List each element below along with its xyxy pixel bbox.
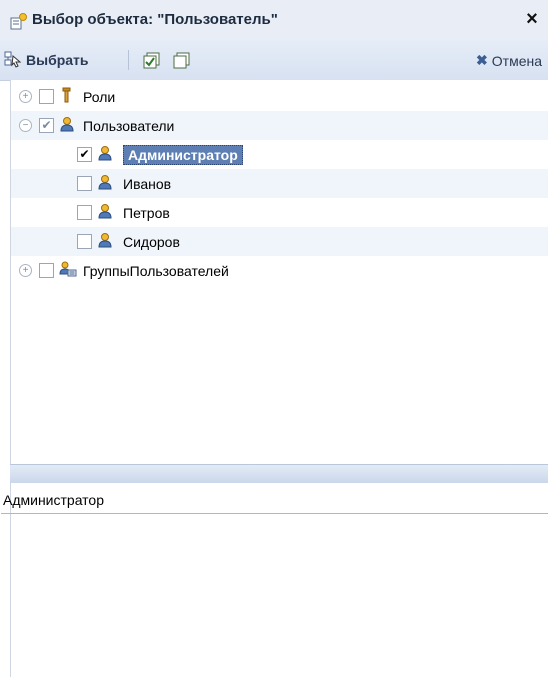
check-all-icon[interactable]	[142, 51, 162, 71]
panel-splitter[interactable]	[10, 464, 548, 484]
collapse-icon[interactable]: −	[19, 119, 32, 132]
tree-item-checkbox[interactable]	[77, 234, 92, 249]
tree-item-label: Администратор	[123, 145, 243, 165]
toolbar-divider	[128, 50, 129, 70]
select-button[interactable]: Выбрать	[4, 48, 89, 72]
user-icon	[97, 145, 113, 161]
detail-divider	[1, 513, 548, 514]
tree-item-sidorov[interactable]: Сидоров	[11, 227, 548, 256]
detail-panel: Администратор	[1, 483, 548, 677]
window-title: Выбор объекта: "Пользователь"	[32, 11, 278, 28]
key-icon	[59, 87, 75, 103]
tree-item-checkbox[interactable]	[39, 263, 54, 278]
tree-item-administrator[interactable]: ✔ Администратор	[11, 140, 548, 169]
tree-item-label: Иванов	[123, 176, 172, 192]
object-tree: + Роли − ✔ Пользователи ✔ Администратор …	[10, 80, 548, 464]
tree-item-roles[interactable]: + Роли	[11, 82, 548, 111]
expand-icon[interactable]: +	[19, 90, 32, 103]
tree-item-label: ГруппыПользователей	[83, 263, 229, 279]
selection-dialog: Выбор объекта: "Пользователь" × Выбрать	[0, 0, 548, 677]
tree-item-checkbox[interactable]	[77, 176, 92, 191]
user-icon	[97, 203, 113, 219]
user-icon	[59, 116, 75, 132]
select-object-icon	[10, 13, 27, 30]
tree-item-checkbox[interactable]	[39, 89, 54, 104]
tree-item-petrov[interactable]: Петров	[11, 198, 548, 227]
tree-item-label: Сидоров	[123, 234, 180, 250]
tree-item-checkbox[interactable]	[77, 205, 92, 220]
tree-item-checkbox[interactable]: ✔	[77, 147, 92, 162]
cancel-icon: ✖	[476, 52, 488, 68]
user-icon	[97, 232, 113, 248]
expand-icon[interactable]: +	[19, 264, 32, 277]
tree-item-users[interactable]: − ✔ Пользователи	[11, 111, 548, 140]
toolbar: Выбрать ✖ Отмена	[0, 40, 548, 81]
uncheck-all-icon[interactable]	[172, 51, 192, 71]
tree-item-ivanov[interactable]: Иванов	[11, 169, 548, 198]
tree-item-label: Пользователи	[83, 118, 175, 134]
detail-text: Администратор	[3, 492, 105, 508]
cancel-button[interactable]: ✖ Отмена	[476, 52, 542, 69]
tree-item-user-groups[interactable]: + ГруппыПользователей	[11, 256, 548, 285]
user-group-icon	[59, 261, 77, 277]
select-icon	[4, 50, 22, 71]
close-button[interactable]: ×	[522, 8, 542, 30]
user-icon	[97, 174, 113, 190]
tree-item-label: Петров	[123, 205, 170, 221]
cancel-button-label: Отмена	[491, 52, 542, 69]
select-button-label: Выбрать	[26, 52, 89, 68]
title-bar[interactable]: Выбор объекта: "Пользователь" ×	[0, 0, 548, 40]
tree-item-checkbox[interactable]: ✔	[39, 118, 54, 133]
tree-item-label: Роли	[83, 89, 116, 105]
